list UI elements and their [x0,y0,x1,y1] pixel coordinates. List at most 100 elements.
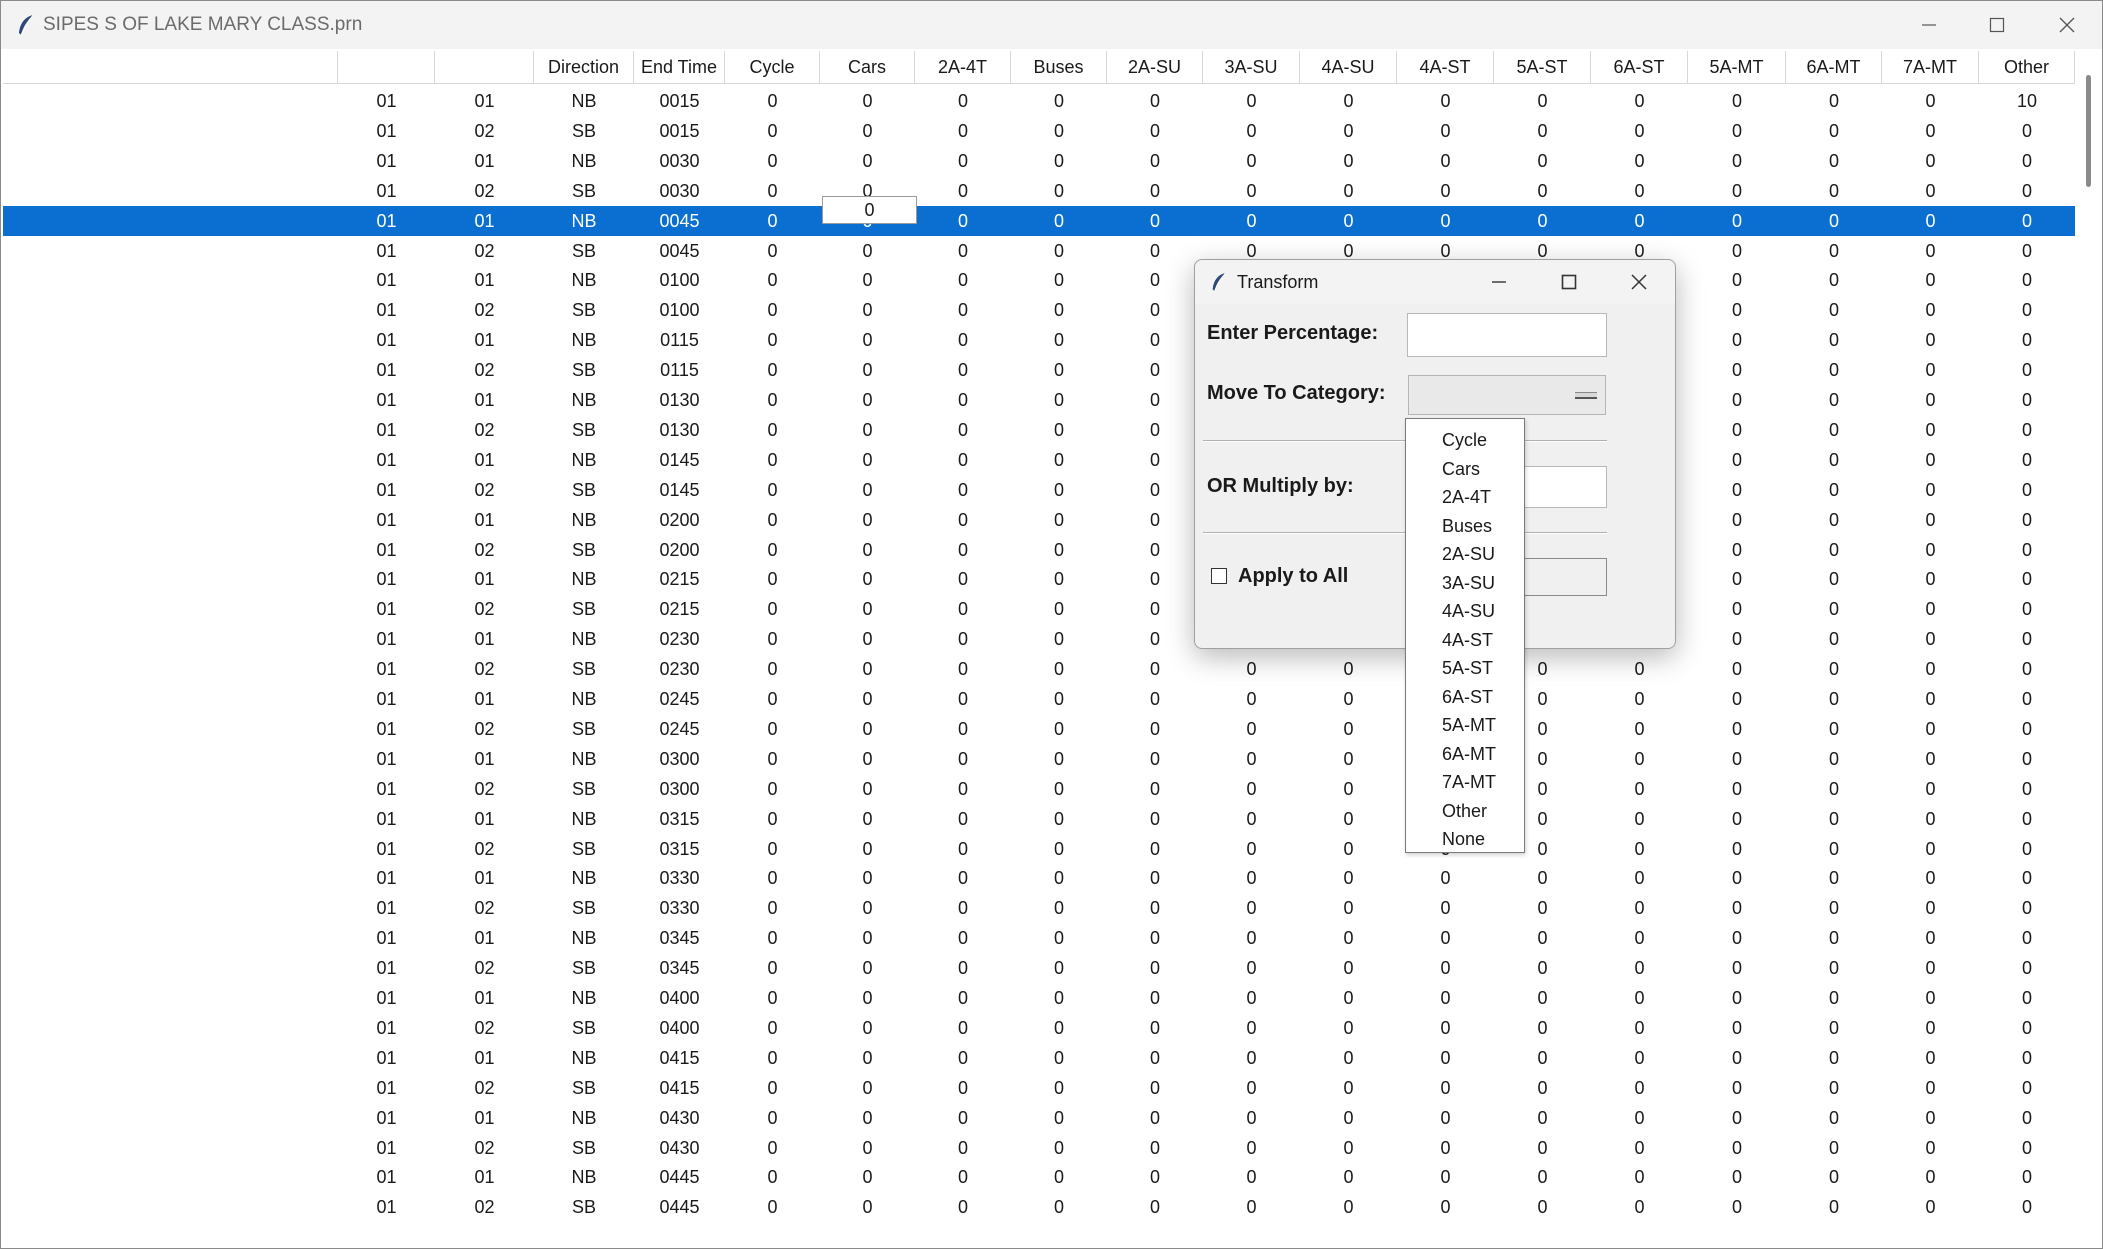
table-cell[interactable]: 0 [915,893,1011,923]
table-cell[interactable]: 02 [435,714,534,744]
table-cell[interactable]: 0 [725,116,820,146]
table-cell[interactable]: 0 [820,863,915,893]
table-cell[interactable]: 0 [1011,86,1107,116]
table-cell[interactable]: 0 [1882,116,1979,146]
table-cell[interactable]: NB [534,86,634,116]
focused-cell-editor[interactable]: 0 [822,196,917,224]
table-cell[interactable]: 01 [338,564,435,594]
table-cell[interactable]: 0 [820,564,915,594]
table-cell[interactable]: 0 [1786,325,1882,355]
table-cell[interactable]: 0 [1786,1073,1882,1103]
table-cell[interactable]: 0 [1688,475,1786,505]
table-cell[interactable]: 0 [1882,355,1979,385]
table-cell[interactable]: 0 [1786,1192,1882,1222]
table-cell[interactable]: 0315 [634,834,725,864]
table-cell[interactable]: NB [534,325,634,355]
table-cell[interactable]: 0 [1203,953,1300,983]
table-cell[interactable]: 0 [915,355,1011,385]
category-dropdown-list[interactable]: Cycle Cars 2A-4T Buses 2A-SU 3A-SU 4A-SU 4A-ST 5… [1405,418,1525,853]
table-cell[interactable]: 0 [725,923,820,953]
table-cell[interactable]: 0 [1979,206,2075,236]
table-cell[interactable]: 0 [1882,714,1979,744]
table-cell[interactable]: 0 [1011,116,1107,146]
table-cell[interactable]: 0 [1882,325,1979,355]
table-cell[interactable]: 01 [435,863,534,893]
table-row[interactable]: 0102SB014500000000000000 [3,475,2075,505]
table-cell[interactable]: 0 [1011,564,1107,594]
table-cell[interactable]: 02 [435,295,534,325]
table-cell[interactable]: 0 [1688,1043,1786,1073]
table-cell[interactable]: 0 [1107,295,1203,325]
table-cell[interactable]: 0 [1882,146,1979,176]
table-cell[interactable]: SB [534,535,634,565]
table-cell[interactable]: 0 [915,505,1011,535]
table-cell[interactable]: 0 [820,445,915,475]
table-cell[interactable]: 01 [435,206,534,236]
table-cell[interactable]: 0415 [634,1043,725,1073]
table-cell[interactable]: 0 [1688,714,1786,744]
table-cell[interactable]: 0 [820,983,915,1013]
table-cell[interactable]: 0 [1882,176,1979,206]
column-header[interactable] [435,51,534,83]
table-cell[interactable]: 0 [1300,863,1397,893]
table-cell[interactable]: 0 [1979,146,2075,176]
table-cell[interactable]: 0 [1882,295,1979,325]
maximize-button[interactable] [1963,1,2031,49]
table-cell[interactable]: 0015 [634,86,725,116]
table-cell[interactable]: 0 [1786,953,1882,983]
table-cell[interactable]: 0 [1107,1192,1203,1222]
table-cell[interactable]: 0 [1494,116,1591,146]
table-cell[interactable]: 0 [1786,146,1882,176]
table-cell[interactable]: 0 [1786,385,1882,415]
table-cell[interactable]: 0 [1011,1103,1107,1133]
dialog-close-button[interactable] [1605,260,1673,304]
table-cell[interactable]: 0 [1591,176,1688,206]
table-cell[interactable]: 0 [1786,236,1882,266]
table-cell[interactable]: 0 [1107,1073,1203,1103]
table-cell[interactable]: 0 [915,1073,1011,1103]
table-cell[interactable]: 0 [1786,535,1882,565]
table-cell[interactable]: 0 [1107,744,1203,774]
table-row[interactable]: 0101NB013000000000000000 [3,385,2075,415]
table-cell[interactable]: 0 [1203,1013,1300,1043]
table-cell[interactable]: 0 [1300,834,1397,864]
table-cell[interactable]: 0 [1882,475,1979,505]
column-header[interactable]: 4A-SU [1300,51,1397,83]
table-cell[interactable]: 01 [338,654,435,684]
table-cell[interactable]: SB [534,953,634,983]
table-row[interactable]: 0102SB010000000000000000 [3,295,2075,325]
table-cell[interactable]: 0 [1107,1043,1203,1073]
table-cell[interactable]: SB [534,594,634,624]
table-cell[interactable]: 0 [1979,176,2075,206]
table-cell[interactable]: 0 [1011,206,1107,236]
table-cell[interactable]: 0 [1494,1043,1591,1073]
table-cell[interactable]: 0 [1882,594,1979,624]
table-cell[interactable]: 0 [1494,1103,1591,1133]
table-cell[interactable]: 01 [435,445,534,475]
table-row[interactable]: 01 01 NB 0015 0 0 0 0 0 0 0 0 0 0 0 0 0 10 [3,86,2075,116]
column-header[interactable]: 6A-ST [1591,51,1688,83]
category-combobox[interactable] [1408,375,1606,415]
table-cell[interactable]: 0 [1688,804,1786,834]
table-cell[interactable]: 01 [338,385,435,415]
table-cell[interactable]: 0 [820,774,915,804]
table-cell[interactable]: 0 [915,983,1011,1013]
table-cell[interactable]: 0200 [634,535,725,565]
table-cell[interactable]: 0 [915,236,1011,266]
table-cell[interactable]: 0 [915,86,1011,116]
table-cell[interactable]: 0 [1786,445,1882,475]
table-cell[interactable]: 0 [1882,923,1979,953]
table-cell[interactable]: 0 [1300,744,1397,774]
table-cell[interactable]: SB [534,176,634,206]
table-row[interactable]: 0101NB023000000000000000 [3,624,2075,654]
table-cell[interactable]: 0230 [634,624,725,654]
table-cell[interactable]: 0 [915,445,1011,475]
table-cell[interactable]: 0 [1688,594,1786,624]
table-cell[interactable]: 01 [338,624,435,654]
table-cell[interactable]: 0 [1979,863,2075,893]
table-cell[interactable]: 0 [1979,1133,2075,1163]
table-cell[interactable]: 0 [1203,983,1300,1013]
table-cell[interactable]: 02 [435,475,534,505]
dropdown-option[interactable]: 4A-ST [1406,626,1524,654]
table-cell[interactable]: 0 [1011,953,1107,983]
